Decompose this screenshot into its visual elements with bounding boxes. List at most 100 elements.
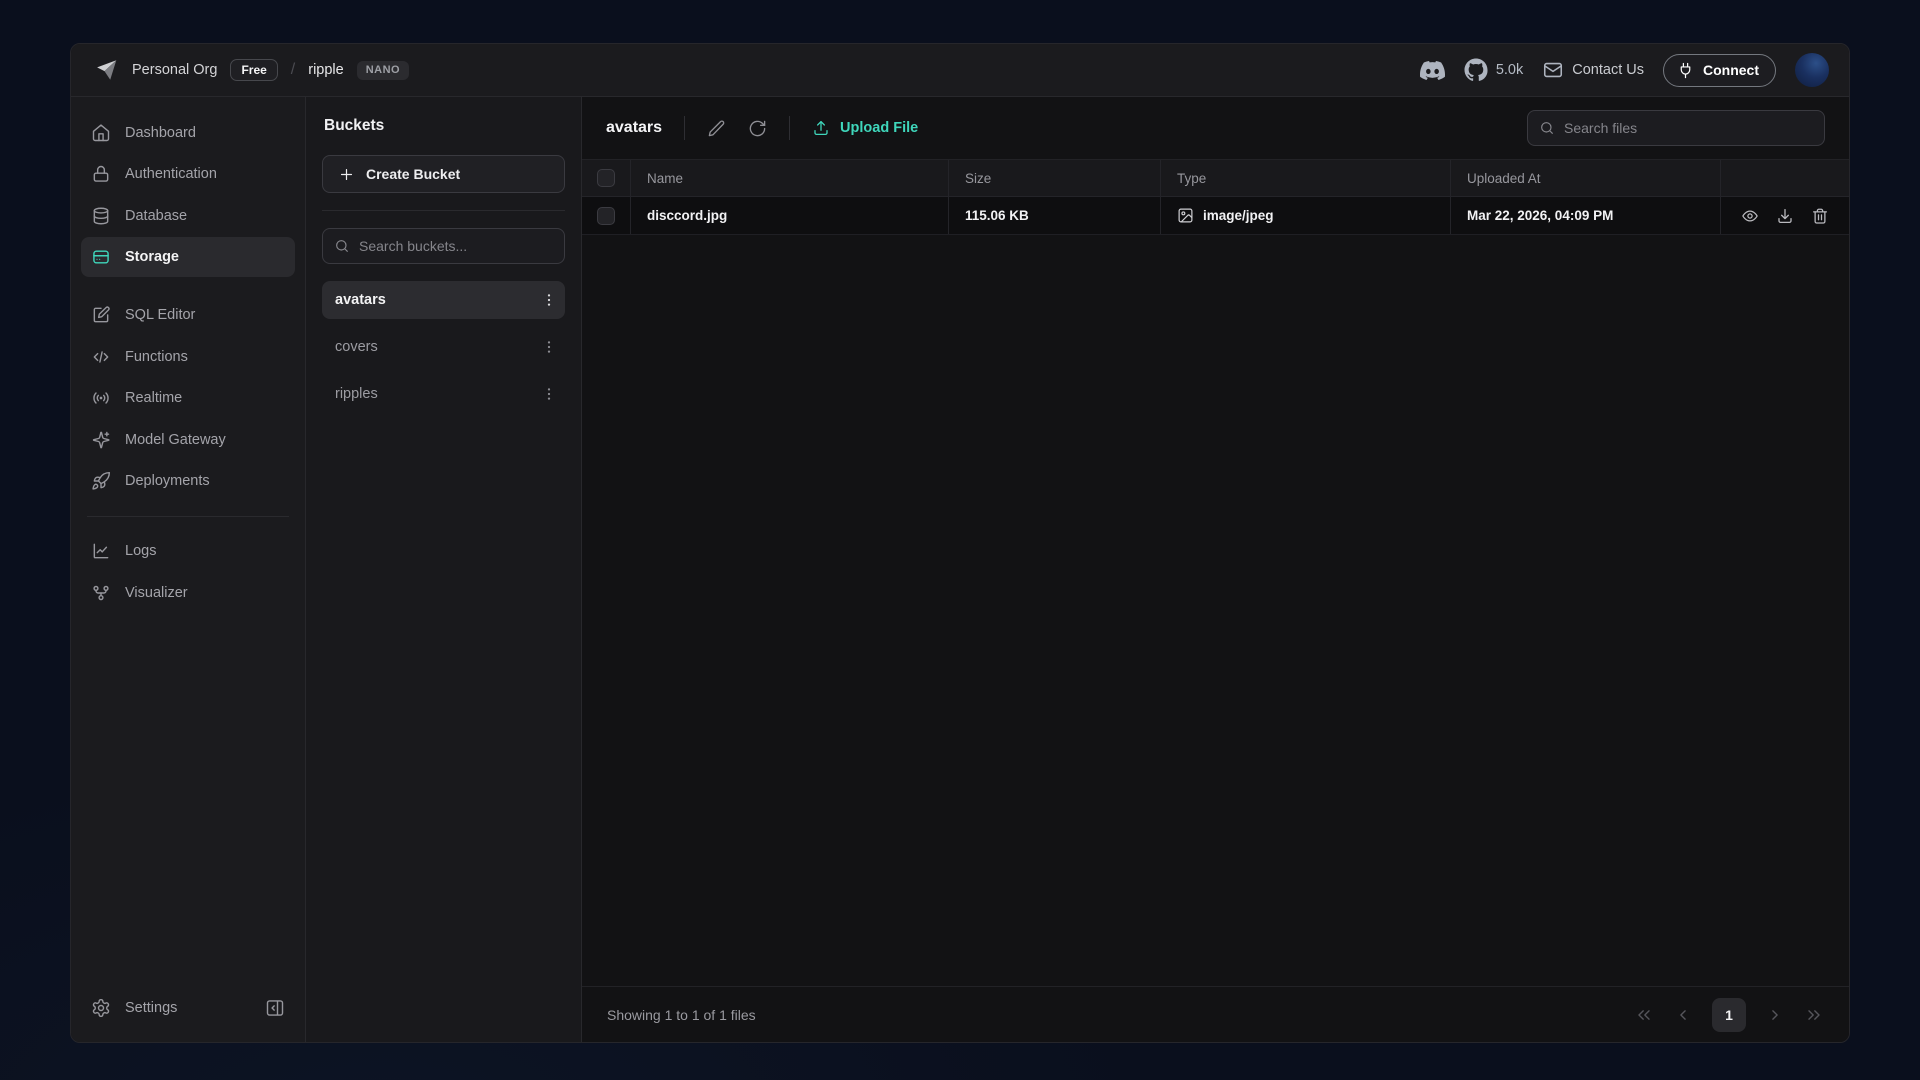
sidebar-item-authentication[interactable]: Authentication <box>81 154 295 194</box>
column-header-name[interactable]: Name <box>630 160 948 196</box>
preview-eye-icon[interactable] <box>1741 207 1759 225</box>
sidebar-item-label: Visualizer <box>125 585 188 601</box>
current-page-button[interactable]: 1 <box>1712 998 1746 1032</box>
file-type-cell: image/jpeg <box>1160 197 1450 234</box>
app-logo-icon[interactable] <box>93 57 119 83</box>
topbar: Personal Org Free / ripple NANO 5.0k Con… <box>71 44 1849 97</box>
code-icon <box>91 347 111 367</box>
sidebar-item-realtime[interactable]: Realtime <box>81 378 295 418</box>
mail-icon <box>1542 59 1564 81</box>
delete-trash-icon[interactable] <box>1811 207 1829 225</box>
sidebar-item-label: Realtime <box>125 390 182 406</box>
next-page-icon[interactable] <box>1765 1005 1785 1025</box>
edit-bucket-icon[interactable] <box>707 119 726 138</box>
buckets-divider <box>322 210 565 211</box>
rocket-icon <box>91 471 111 491</box>
table-row[interactable]: disccord.jpg 115.06 KB image/jpeg Mar 22… <box>582 197 1849 235</box>
file-size: 115.06 KB <box>948 197 1160 234</box>
nav-group-tools: SQL Editor Functions Realtime Model Gate… <box>81 294 295 503</box>
bucket-search <box>322 228 565 264</box>
sparkles-icon <box>91 430 111 450</box>
sidebar-item-label: Dashboard <box>125 125 196 141</box>
select-all-checkbox[interactable] <box>597 169 615 187</box>
github-stars-button[interactable]: 5.0k <box>1464 58 1523 82</box>
breadcrumb-separator: / <box>291 61 295 79</box>
storage-icon <box>91 247 111 267</box>
image-icon <box>1177 207 1194 224</box>
sidebar-item-sql-editor[interactable]: SQL Editor <box>81 295 295 335</box>
files-count-summary: Showing 1 to 1 of 1 files <box>607 1007 756 1023</box>
sidebar-item-label: Functions <box>125 349 188 365</box>
radio-icon <box>91 388 111 408</box>
pagination: 1 <box>1634 998 1824 1032</box>
last-page-icon[interactable] <box>1804 1005 1824 1025</box>
search-icon <box>334 238 350 254</box>
bucket-menu-icon[interactable] <box>541 339 557 355</box>
files-toolbar: avatars Upload File <box>582 97 1849 160</box>
discord-icon[interactable] <box>1420 58 1445 83</box>
create-bucket-label: Create Bucket <box>366 166 460 182</box>
first-page-icon[interactable] <box>1634 1005 1654 1025</box>
sidebar-item-visualizer[interactable]: Visualizer <box>81 573 295 613</box>
connect-button[interactable]: Connect <box>1663 54 1776 87</box>
connect-label: Connect <box>1703 62 1759 78</box>
square-pen-icon <box>91 305 111 325</box>
breadcrumb: Personal Org Free / ripple NANO <box>93 57 409 83</box>
column-header-uploaded-at[interactable]: Uploaded At <box>1450 160 1720 196</box>
row-checkbox[interactable] <box>597 207 615 225</box>
nav-group-observability: Logs Visualizer <box>81 530 295 615</box>
project-name[interactable]: ripple <box>308 62 343 78</box>
contact-us-button[interactable]: Contact Us <box>1542 59 1644 81</box>
bucket-menu-icon[interactable] <box>541 292 557 308</box>
plus-icon <box>338 166 355 183</box>
sidebar-item-deployments[interactable]: Deployments <box>81 461 295 501</box>
upload-icon <box>812 119 830 137</box>
github-icon <box>1464 58 1488 82</box>
sidebar-item-storage[interactable]: Storage <box>81 237 295 277</box>
sidebar-item-functions[interactable]: Functions <box>81 337 295 377</box>
sidebar-item-model-gateway[interactable]: Model Gateway <box>81 420 295 460</box>
sidebar-divider <box>87 516 289 517</box>
create-bucket-button[interactable]: Create Bucket <box>322 155 565 193</box>
sidebar: Dashboard Authentication Database Storag… <box>71 97 306 1042</box>
search-files-input[interactable] <box>1564 120 1813 136</box>
bucket-item-avatars[interactable]: avatars <box>322 281 565 319</box>
column-header-size[interactable]: Size <box>948 160 1160 196</box>
topbar-actions: 5.0k Contact Us Connect <box>1420 53 1829 87</box>
refresh-icon[interactable] <box>748 119 767 138</box>
files-panel: avatars Upload File Name Size Type <box>582 97 1849 1042</box>
database-icon <box>91 206 111 226</box>
bucket-menu-icon[interactable] <box>541 386 557 402</box>
sidebar-footer: Settings <box>81 988 295 1028</box>
sidebar-item-label: Storage <box>125 249 179 265</box>
search-icon <box>1539 120 1555 136</box>
collapse-sidebar-icon[interactable] <box>265 998 285 1018</box>
lock-icon <box>91 164 111 184</box>
bucket-item-covers[interactable]: covers <box>322 328 565 366</box>
column-header-type[interactable]: Type <box>1160 160 1450 196</box>
bucket-title: avatars <box>606 119 662 137</box>
settings-label[interactable]: Settings <box>125 1000 177 1016</box>
previous-page-icon[interactable] <box>1673 1005 1693 1025</box>
download-icon[interactable] <box>1776 207 1794 225</box>
upload-file-button[interactable]: Upload File <box>812 119 918 137</box>
sidebar-item-label: Model Gateway <box>125 432 226 448</box>
file-type: image/jpeg <box>1203 208 1274 223</box>
column-header-actions <box>1720 160 1849 196</box>
user-avatar[interactable] <box>1795 53 1829 87</box>
sidebar-item-logs[interactable]: Logs <box>81 531 295 571</box>
chart-icon <box>91 541 111 561</box>
search-buckets-input[interactable] <box>359 238 553 254</box>
bucket-item-ripples[interactable]: ripples <box>322 375 565 413</box>
nav-group-core: Dashboard Authentication Database Storag… <box>81 111 295 279</box>
org-name[interactable]: Personal Org <box>132 62 217 78</box>
files-footer: Showing 1 to 1 of 1 files 1 <box>582 986 1849 1042</box>
bucket-name: avatars <box>335 292 386 308</box>
sidebar-item-database[interactable]: Database <box>81 196 295 236</box>
sidebar-item-dashboard[interactable]: Dashboard <box>81 113 295 153</box>
graph-icon <box>91 583 111 603</box>
sidebar-item-label: SQL Editor <box>125 307 195 323</box>
file-name[interactable]: disccord.jpg <box>630 197 948 234</box>
upload-file-label: Upload File <box>840 120 918 136</box>
bucket-name: covers <box>335 339 378 355</box>
